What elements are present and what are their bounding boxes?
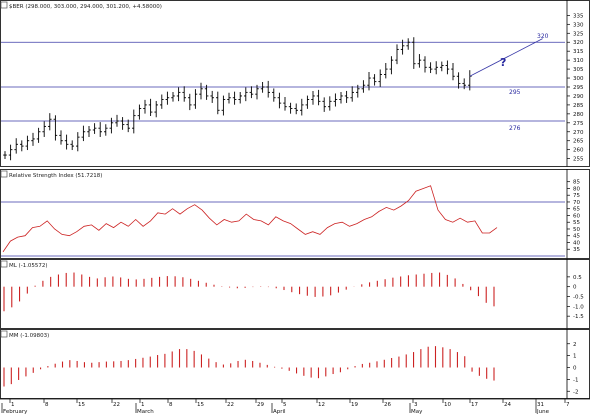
mm-ytick-label: 2 — [573, 342, 577, 348]
rsi-ytick-label: 60 — [573, 213, 580, 219]
price-panel-frame — [0, 0, 590, 167]
price-ytick-label: 320 — [573, 40, 584, 46]
question-mark-annotation: ? — [500, 56, 506, 69]
ml-ytick-label: -0.5 — [573, 295, 584, 301]
rsi-ytick-label: 55 — [573, 220, 580, 226]
mm-panel-title: MM (-1.09803) — [9, 333, 49, 339]
ml-ytick-label: -1.5 — [573, 314, 584, 320]
x-day-label: 1 — [141, 402, 145, 408]
rsi-ytick-label: 45 — [573, 234, 580, 240]
x-day-label: 31 — [537, 402, 544, 408]
mm-ytick-label: 1 — [573, 354, 577, 360]
hline-label-295: 295 — [509, 89, 521, 96]
mm-ytick-label: 0 — [573, 366, 577, 372]
x-day-label: 12 — [318, 402, 325, 408]
rsi-ytick-label: 75 — [573, 193, 580, 199]
x-day-label: 22 — [113, 402, 120, 408]
hline-label-320: 320 — [537, 33, 549, 40]
rsi-ytick-label: 80 — [573, 186, 580, 192]
ml-panel-frame — [0, 259, 590, 329]
x-day-label: 15 — [78, 402, 85, 408]
price-ytick-label: 290 — [573, 94, 584, 100]
x-day-label: 1 — [11, 402, 15, 408]
rsi-ytick-label: 85 — [573, 180, 580, 186]
rsi-ytick-label: 50 — [573, 227, 580, 233]
x-day-label: 5 — [283, 402, 287, 408]
price-header: $BER (298.000, 303.000, 294.000, 301.200… — [0, 1, 162, 10]
price-ytick-label: 300 — [573, 76, 584, 82]
ml-ytick-label: 0 — [573, 285, 577, 291]
price-ytick-label: 260 — [573, 148, 584, 154]
price-ytick-label: 280 — [573, 112, 584, 118]
price-ytick-label: 255 — [573, 157, 584, 163]
stock-chart: $BER (298.000, 303.000, 294.000, 301.200… — [0, 0, 590, 415]
mm-panel-frame — [0, 329, 590, 399]
x-day-label: 3 — [414, 402, 418, 408]
rsi-ytick-label: 35 — [573, 247, 580, 253]
price-panel-title: $BER (298.000, 303.000, 294.000, 301.200… — [9, 4, 162, 10]
x-day-label: 8 — [169, 402, 173, 408]
rsi-panel-frame — [0, 169, 590, 259]
mm-ytick-label: -1 — [573, 377, 578, 383]
price-ytick-label: 295 — [573, 85, 584, 91]
price-ytick-label: 330 — [573, 22, 584, 28]
ml-ytick-label: 0.5 — [573, 275, 582, 281]
x-day-label: 29 — [257, 402, 264, 408]
price-ytick-label: 275 — [573, 121, 584, 127]
price-ytick-label: 265 — [573, 139, 584, 145]
x-month-label: April — [273, 409, 286, 415]
rsi-header: Relative Strength Index (51.7218) — [0, 170, 102, 179]
price-ytick-label: 325 — [573, 31, 584, 37]
x-month-label: February — [3, 409, 28, 415]
price-ytick-label: 270 — [573, 130, 584, 136]
x-day-label: 15 — [197, 402, 204, 408]
mm-ytick-label: -2 — [573, 389, 578, 395]
x-month-label: May — [411, 409, 423, 415]
x-axis: 1 8 15 22 1 8 15 22 29 5 12 19 26 3 10 17 24 31 7 February M… — [0, 398, 590, 415]
chart-container: $BER (298.000, 303.000, 294.000, 301.200… — [0, 0, 590, 415]
x-day-label: 26 — [384, 402, 391, 408]
x-day-label: 10 — [444, 402, 451, 408]
x-day-label: 24 — [504, 402, 511, 408]
rsi-ytick-label: 70 — [573, 200, 580, 206]
price-ytick-label: 305 — [573, 67, 584, 73]
ml-ytick-label: -1.0 — [573, 304, 584, 310]
mm-header: MM (-1.09803) — [0, 330, 49, 339]
price-ytick-label: 315 — [573, 49, 584, 55]
x-day-label: 7 — [566, 402, 570, 408]
rsi-ytick-label: 40 — [573, 240, 580, 246]
rsi-ytick-label: 65 — [573, 207, 580, 213]
x-day-label: 19 — [351, 402, 358, 408]
price-ytick-label: 335 — [573, 13, 584, 19]
x-day-label: 22 — [227, 402, 234, 408]
hline-label-276: 276 — [509, 125, 521, 132]
x-month-label: June — [536, 409, 550, 415]
price-ytick-label: 285 — [573, 103, 584, 109]
x-day-label: 17 — [471, 402, 478, 408]
x-month-label: March — [137, 409, 154, 415]
ml-panel-title: ML (-1.05572) — [9, 263, 48, 269]
rsi-panel-title: Relative Strength Index (51.7218) — [9, 173, 102, 179]
x-day-label: 8 — [45, 402, 49, 408]
price-ytick-label: 310 — [573, 58, 584, 64]
